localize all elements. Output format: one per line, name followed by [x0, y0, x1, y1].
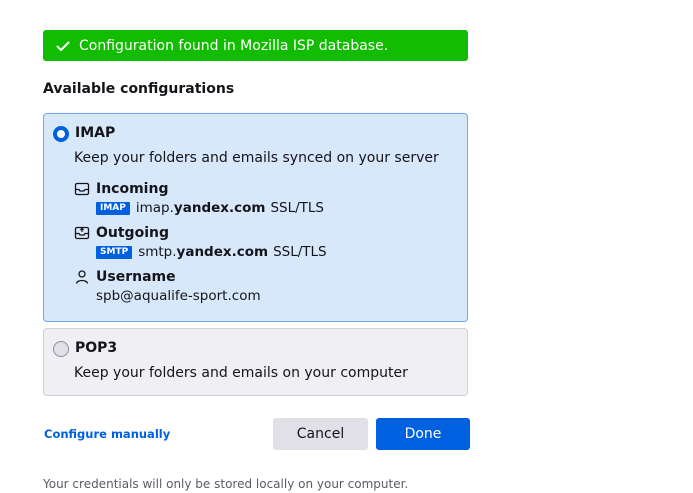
success-banner-text: Configuration found in Mozilla ISP datab…	[79, 37, 389, 54]
username-value: spb@aqualife-sport.com	[96, 288, 261, 304]
incoming-host-prefix: imap.	[135, 200, 174, 216]
smtp-tag: SMTP	[96, 245, 133, 259]
outgoing-host-domain: yandex.com	[176, 244, 269, 260]
incoming-security: SSL/TLS	[270, 200, 324, 216]
outgoing-server: Outgoing SMTP smtp. yandex.com SSL/TLS	[74, 224, 327, 261]
configure-manually-link[interactable]: Configure manually	[44, 427, 170, 441]
username-block: Username spb@aqualife-sport.com	[74, 268, 261, 305]
outbox-icon	[74, 225, 90, 241]
imap-tag: IMAP	[96, 201, 130, 215]
account-setup-page: Configuration found in Mozilla ISP datab…	[0, 0, 693, 493]
username-label: Username	[96, 269, 176, 285]
outgoing-label: Outgoing	[96, 225, 169, 241]
user-icon	[74, 269, 90, 285]
available-configurations-heading: Available configurations	[43, 81, 235, 97]
pop3-radio[interactable]	[53, 341, 69, 357]
config-option-imap[interactable]: IMAP Keep your folders and emails synced…	[43, 113, 468, 322]
credentials-note: Your credentials will only be stored loc…	[43, 477, 409, 491]
pop3-protocol-label: POP3	[75, 340, 118, 356]
done-button[interactable]: Done	[376, 418, 470, 450]
success-banner: Configuration found in Mozilla ISP datab…	[43, 30, 468, 61]
config-option-pop3[interactable]: POP3 Keep your folders and emails on you…	[43, 328, 468, 396]
imap-description: Keep your folders and emails synced on y…	[74, 150, 439, 166]
outgoing-host-prefix: smtp.	[138, 244, 177, 260]
imap-protocol-label: IMAP	[75, 125, 116, 141]
outgoing-security: SSL/TLS	[273, 244, 327, 260]
incoming-host-domain: yandex.com	[173, 200, 266, 216]
inbox-icon	[74, 181, 90, 197]
cancel-button[interactable]: Cancel	[273, 418, 368, 450]
incoming-server: Incoming IMAP imap. yandex.com SSL/TLS	[74, 180, 324, 217]
incoming-label: Incoming	[96, 181, 169, 197]
pop3-description: Keep your folders and emails on your com…	[74, 365, 408, 381]
checkmark-icon	[55, 38, 71, 54]
imap-radio[interactable]	[53, 126, 69, 142]
